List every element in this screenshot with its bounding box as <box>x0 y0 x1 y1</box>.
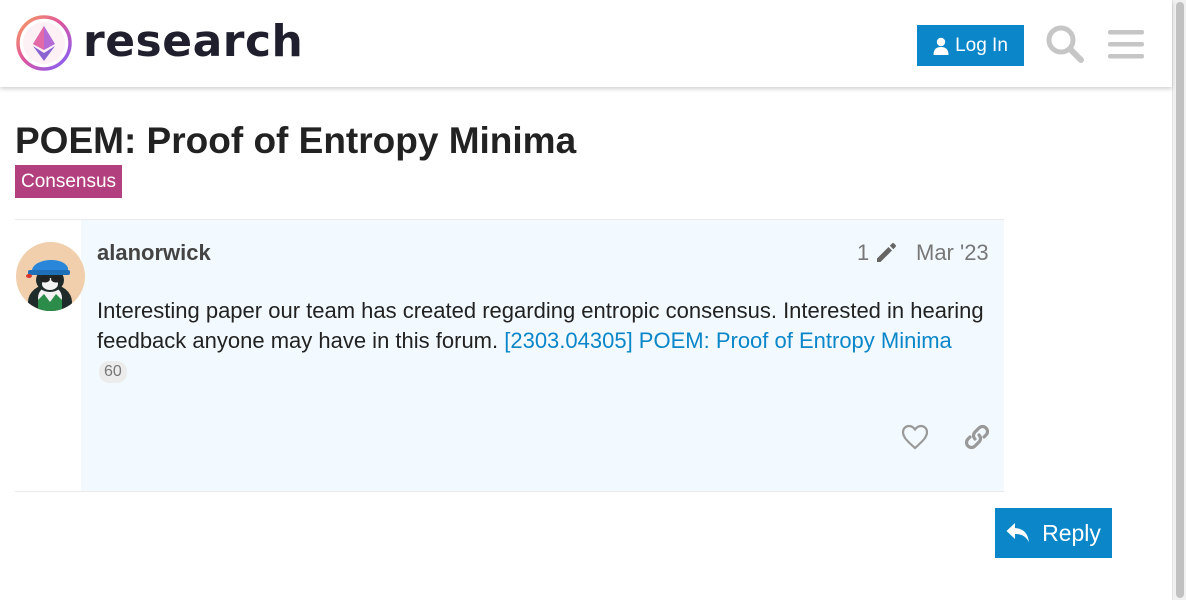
reply-icon <box>1006 523 1030 542</box>
edit-history-button[interactable]: 1 <box>857 240 898 266</box>
login-button[interactable]: Log In <box>917 25 1024 66</box>
reply-button[interactable]: Reply <box>995 508 1112 558</box>
search-button[interactable] <box>1043 22 1087 66</box>
reply-label: Reply <box>1042 519 1101 546</box>
post-date[interactable]: Mar '23 <box>916 240 989 266</box>
search-icon <box>1046 25 1084 63</box>
link-icon <box>964 424 990 450</box>
post-content: Interesting paper our team has created r… <box>97 296 987 386</box>
topic-title[interactable]: POEM: Proof of Entropy Minima <box>15 120 576 162</box>
like-button[interactable] <box>896 418 934 456</box>
heart-icon <box>901 424 929 450</box>
pencil-icon <box>877 243 897 262</box>
site-header: research Log In <box>0 0 1172 87</box>
scrollbar-thumb[interactable] <box>1176 2 1184 598</box>
link-click-count: 60 <box>99 361 127 383</box>
logo-text: research <box>83 16 304 67</box>
post-username[interactable]: alanorwick <box>97 240 211 266</box>
category-badge[interactable]: Consensus <box>15 165 123 198</box>
login-label: Log In <box>955 34 1008 56</box>
site-logo[interactable]: research <box>15 14 303 72</box>
page-scrollbar[interactable] <box>1172 0 1186 600</box>
avatar-image <box>16 242 85 311</box>
hamburger-menu-button[interactable] <box>1104 22 1148 66</box>
hamburger-menu-icon <box>1108 30 1144 59</box>
paper-link[interactable]: [2303.04305] POEM: Proof of Entropy Mini… <box>504 328 952 353</box>
avatar[interactable] <box>16 242 85 311</box>
share-link-button[interactable] <box>958 418 996 456</box>
edit-count: 1 <box>857 240 870 265</box>
ethereum-logo-icon <box>16 15 72 71</box>
post-divider <box>15 491 1004 492</box>
user-icon <box>933 37 949 55</box>
